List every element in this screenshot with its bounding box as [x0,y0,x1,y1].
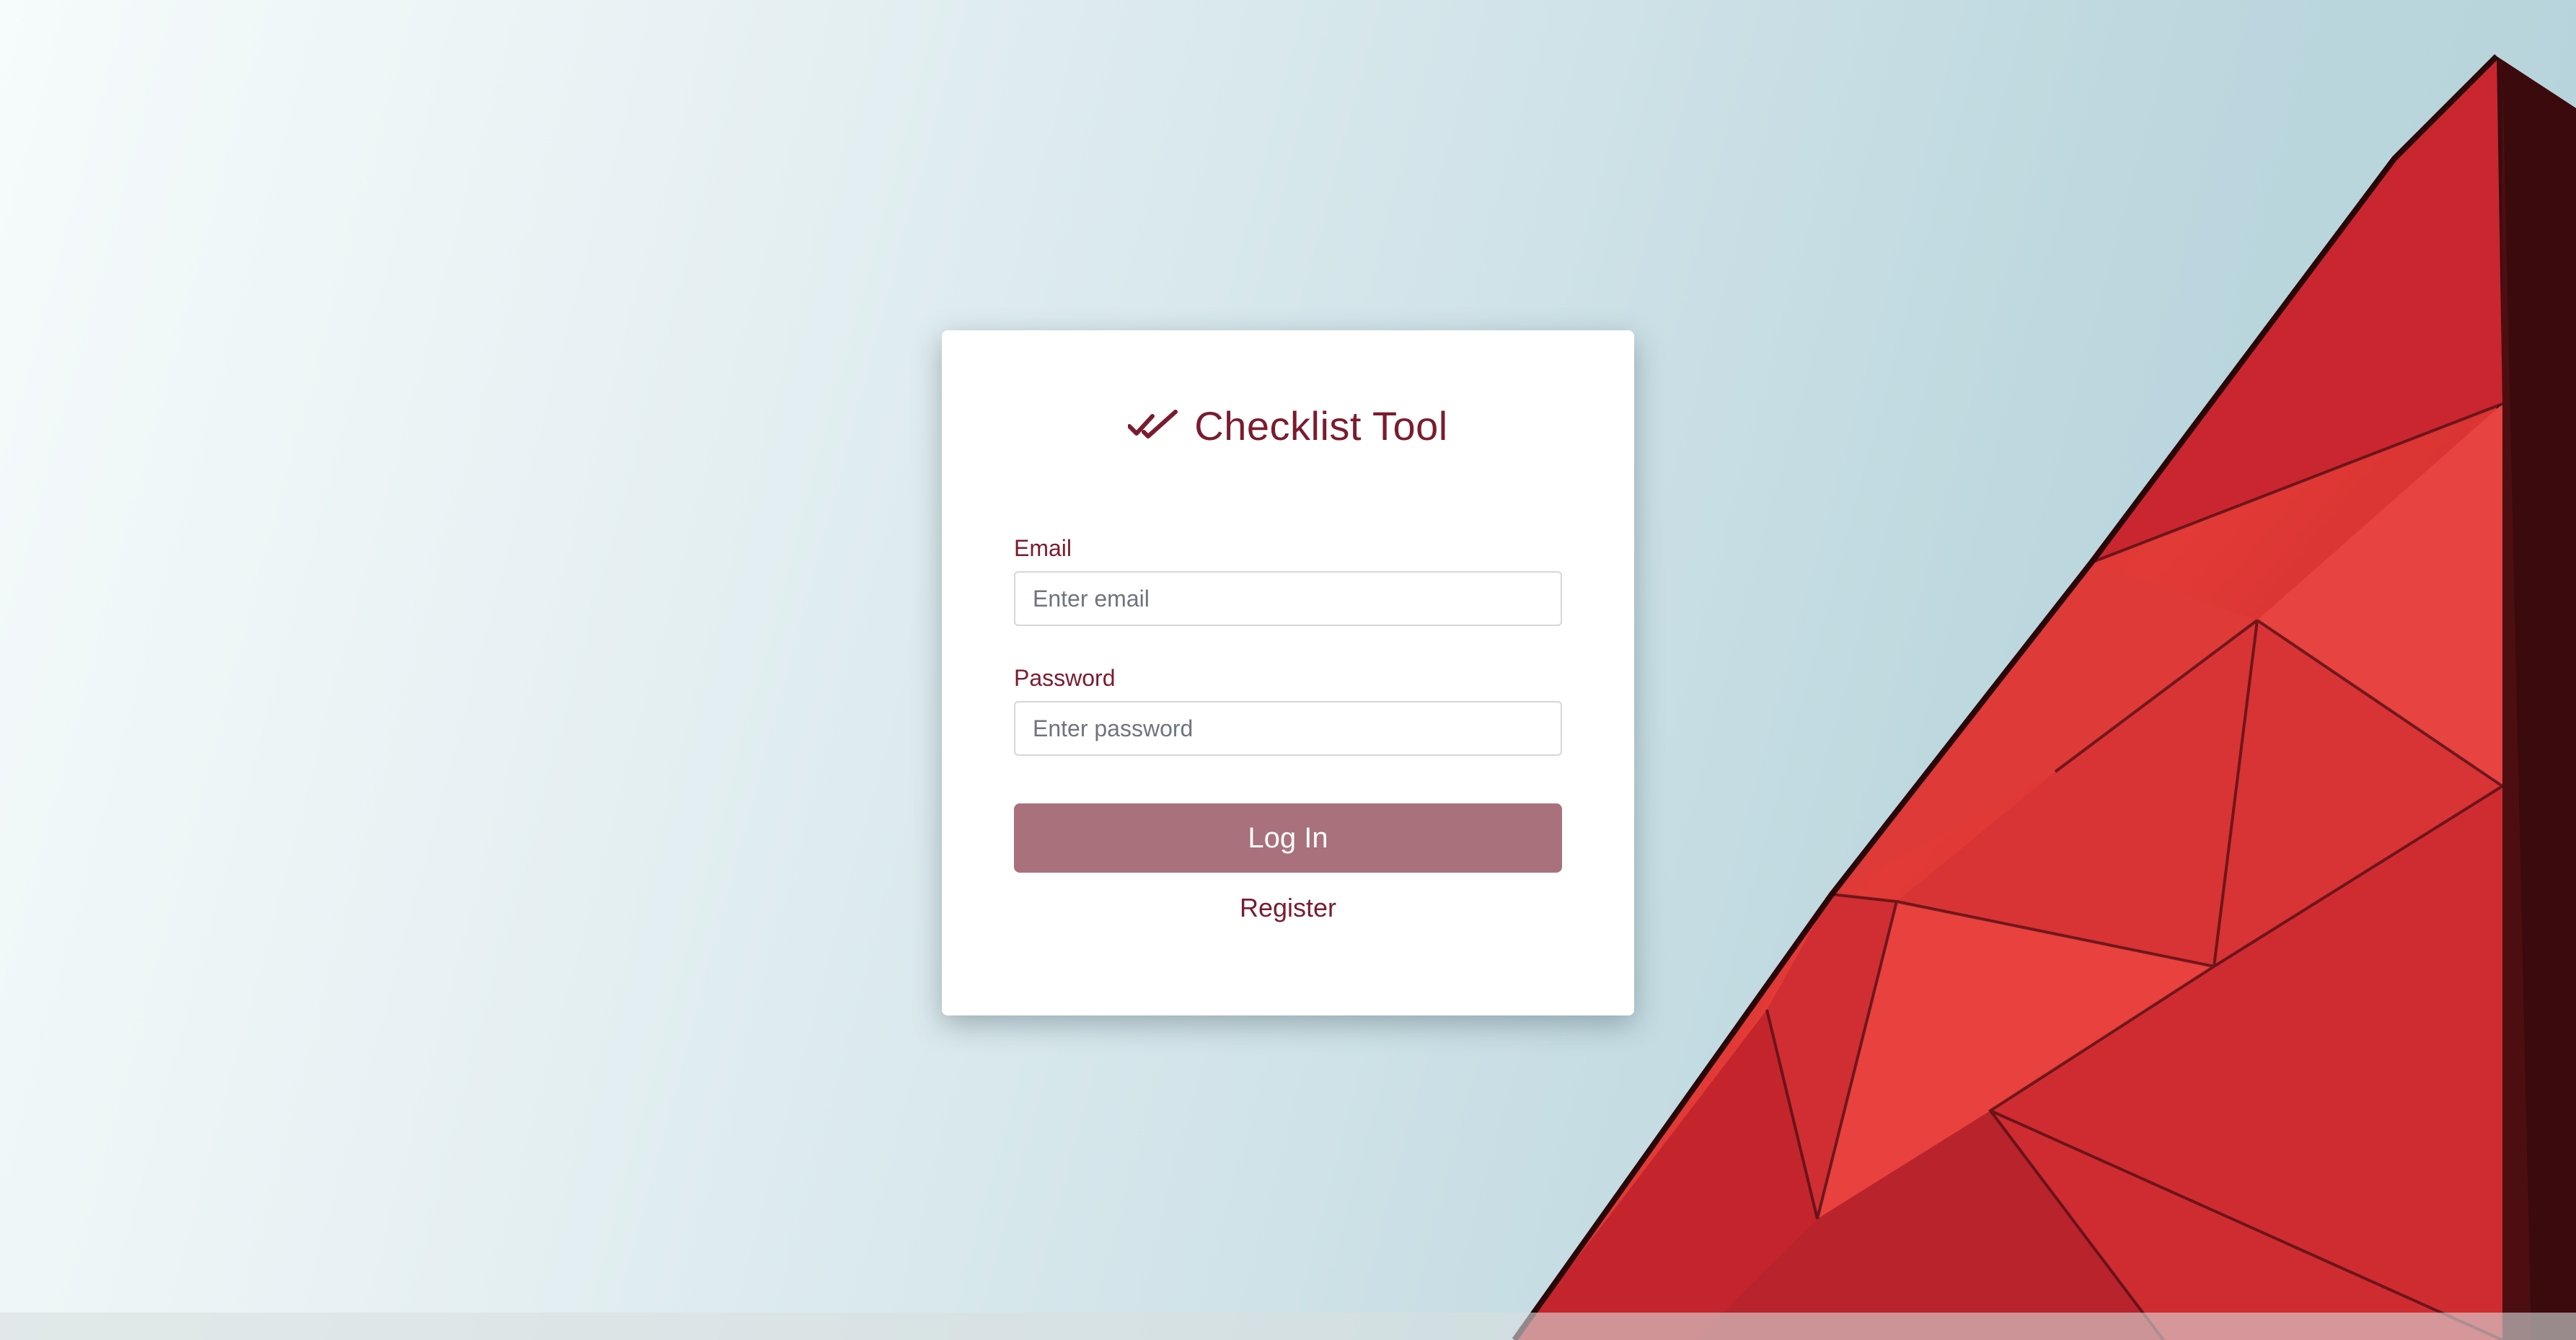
login-card: Checklist Tool Email Password Log In Reg… [942,330,1634,1015]
password-label: Password [1014,665,1116,691]
register-link[interactable]: Register [942,893,1634,923]
app-title: Checklist Tool [1194,402,1448,449]
login-button[interactable]: Log In [1014,803,1562,873]
app-brand: Checklist Tool [942,397,1634,454]
email-label: Email [1014,535,1072,561]
login-page: Checklist Tool Email Password Log In Reg… [0,0,2576,1340]
password-field[interactable] [1014,701,1562,756]
double-check-icon [1128,410,1178,438]
email-field[interactable] [1014,571,1562,626]
